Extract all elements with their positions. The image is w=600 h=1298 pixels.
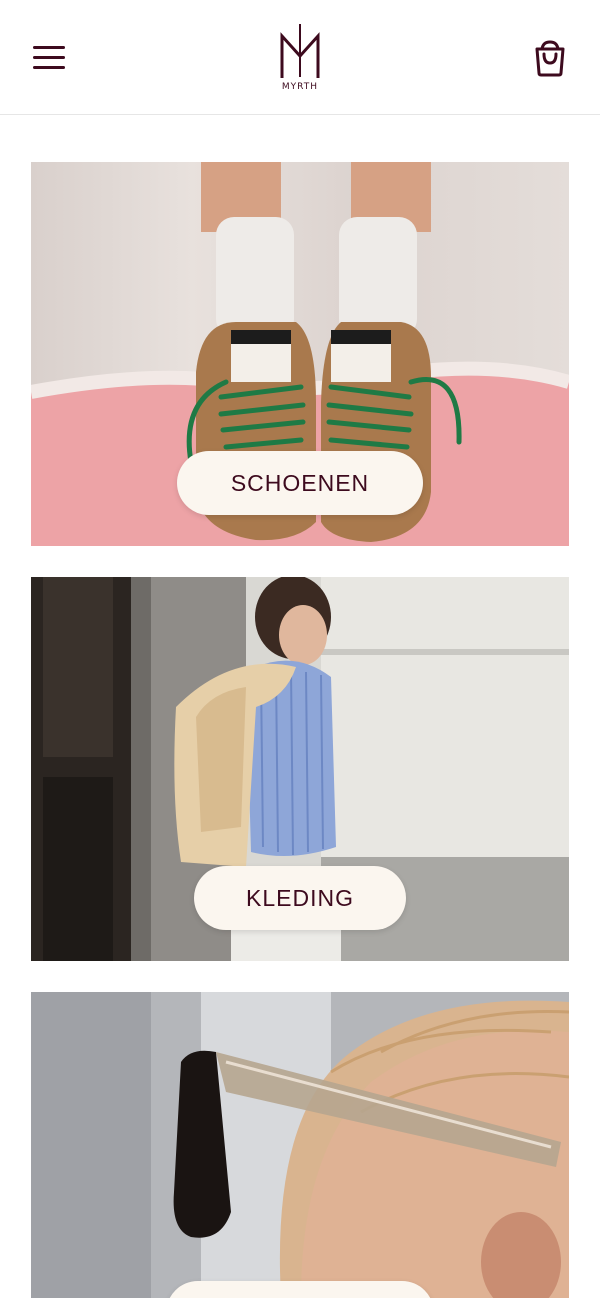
logo-mark-icon	[280, 24, 320, 78]
shopping-bag-icon[interactable]	[530, 38, 570, 78]
category-card-accessoires[interactable]	[31, 992, 569, 1298]
category-button-schoenen[interactable]: SCHOENEN	[177, 451, 423, 515]
site-header: MYRTH	[0, 0, 600, 115]
menu-bar	[33, 56, 65, 59]
menu-bar	[33, 66, 65, 69]
brand-logo[interactable]: MYRTH	[270, 22, 330, 96]
category-button-kleding[interactable]: KLEDING	[194, 866, 406, 930]
sunglasses-closeup-photo	[31, 992, 569, 1298]
menu-bar	[33, 46, 65, 49]
category-card-schoenen[interactable]: SCHOENEN	[31, 162, 569, 546]
hamburger-menu-icon[interactable]	[30, 40, 68, 76]
category-card-kleding[interactable]: KLEDING	[31, 577, 569, 961]
category-button-accessoires[interactable]	[166, 1281, 434, 1298]
brand-name: MYRTH	[281, 82, 319, 92]
